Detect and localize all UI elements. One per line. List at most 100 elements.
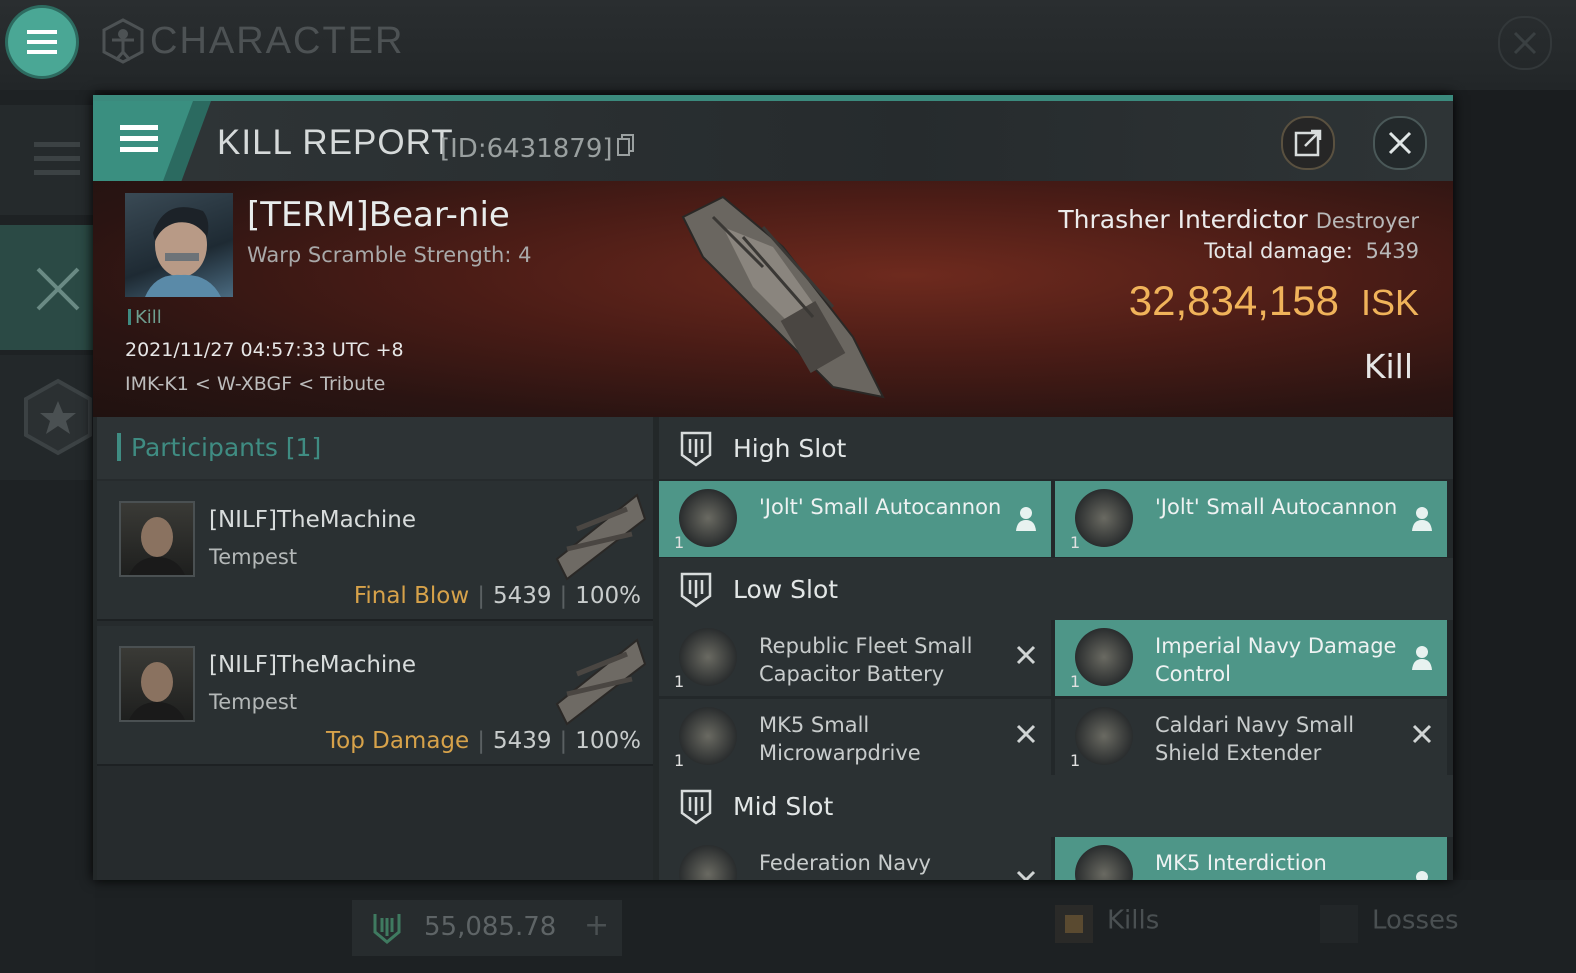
avatar [145,207,221,297]
person-icon [1416,871,1428,880]
person-icon [1412,507,1432,531]
participant-stats: Final Blow | 5439 | 100% [354,583,641,609]
ship-name: Thrasher Interdictor [1058,205,1308,234]
module-name: Caldari Navy Small Shield Extender [1155,713,1355,765]
participants-header: Participants [1] [97,417,653,479]
module-quantity: 1 [674,672,685,691]
high-slot-header[interactable]: High Slot [659,417,1453,479]
close-button[interactable] [1373,116,1427,170]
close-icon [1513,31,1537,55]
participant-avatar[interactable] [119,501,195,577]
victim-name[interactable]: [TERM]Bear-nie [247,195,510,235]
slot-icon [680,572,712,608]
high-slot-label: High Slot [733,434,847,463]
x-icon [1412,724,1432,744]
low-slot-header[interactable]: Low Slot [659,558,1453,620]
module-item[interactable]: 1 Republic Fleet Small Capacitor Battery [659,620,1051,696]
kill-tag-label: Kill [135,307,162,328]
participants-title: Participants [1] [117,433,321,462]
total-damage-value: 5439 [1365,239,1419,263]
low-slot-label: Low Slot [733,575,839,604]
losses-tab[interactable]: Losses [1320,905,1459,943]
module-name: Imperial Navy Damage Control [1155,634,1397,686]
module-quantity: 1 [1070,672,1081,691]
kill-report-id[interactable]: [ID:6431879] [440,133,635,164]
tempest-ship-image [555,638,647,726]
module-item[interactable]: 1 MK5 Small Microwarpdrive [659,699,1051,775]
x-icon [1016,870,1036,880]
kill-timestamp: 2021/11/27 04:57:33 UTC +8 [125,339,404,361]
kill-report-header: KILL REPORT [ID:6431879] [93,101,1453,181]
autocannon-icon [679,489,737,547]
victim-ship[interactable]: Thrasher Interdictor Destroyer [1058,205,1419,234]
participant-percent: 100% [575,583,641,609]
isk-unit: ISK [1360,282,1419,323]
hamburger-icon [120,125,158,152]
kill-id-text: [ID:6431879] [440,134,613,164]
module-name: MK5 Interdiction [1155,851,1327,875]
total-damage-row: Total damage: 5439 [1204,239,1419,263]
module-item[interactable]: MK5 Interdiction [1055,837,1447,880]
side-nav-favorites[interactable] [0,355,95,480]
kill-report-panel: KILL REPORT [ID:6431879] [TERM]Bear-nie … [93,95,1453,880]
external-link-icon [1294,129,1322,157]
module-name: 'Jolt' Small Autocannon [1155,495,1398,519]
victim-portrait[interactable] [125,193,233,297]
participant-ship: Tempest [209,690,298,714]
module-name: Republic Fleet Small Capacitor Battery [759,634,973,686]
kill-tag: Kill [128,307,162,328]
participant-row[interactable]: [NILF]TheMachine Tempest Top Damage | 5439… [97,626,653,766]
final-blow-label: Final Blow [353,583,470,609]
wallet-display[interactable]: 55,085.78 + [352,900,622,956]
module-quantity: 1 [674,751,685,770]
autocannon-icon [1075,489,1133,547]
x-icon [1016,645,1036,665]
participant-name: [NILF]TheMachine [209,652,417,678]
star-badge-icon [24,378,92,456]
thrasher-ship-image[interactable] [663,187,903,417]
module-item[interactable]: 1 Imperial Navy Damage Control [1055,620,1447,696]
side-nav-menu[interactable] [0,105,95,215]
interdiction-icon [1075,845,1133,880]
warp-scramble-strength: Warp Scramble Strength: 4 [247,243,532,267]
victim-summary: [TERM]Bear-nie Warp Scramble Strength: 4… [93,181,1453,417]
module-item[interactable]: 1 'Jolt' Small Autocannon [1055,481,1447,557]
losses-swatch [1320,905,1358,943]
main-menu-button[interactable] [8,8,76,76]
avatar [129,662,185,720]
person-icon [1412,646,1432,670]
microwarpdrive-icon [679,707,737,765]
module-item[interactable]: 1 'Jolt' Small Autocannon [659,481,1051,557]
capacitor-battery-icon [679,628,737,686]
close-icon [1388,131,1412,155]
isk-value-row: 32,834,158 ISK [1129,277,1419,325]
side-nav-killmails[interactable] [0,225,95,350]
stat-separator: | [477,583,485,609]
close-screen-button[interactable] [1498,16,1552,70]
module-name: 'Jolt' Small Autocannon [759,495,1002,519]
top-damage-label: Top Damage [326,728,470,754]
participants-title-text: Participants [1] [131,433,322,462]
module-name: MK5 Small Microwarpdrive [759,713,921,765]
total-damage-label: Total damage: [1204,239,1353,263]
shield-extender-icon [1075,707,1133,765]
share-button[interactable] [1281,116,1335,170]
participant-avatar[interactable] [119,646,195,722]
module-item[interactable]: Federation Navy [659,837,1051,880]
stat-separator: | [477,728,485,754]
stat-separator: | [559,728,568,754]
kill-location[interactable]: IMK-K1 < W-XBGF < Tribute [125,373,385,395]
fitting-slots: High Slot 1 'Jolt' Small Autocannon 1 'J… [659,417,1453,880]
copy-icon[interactable] [616,133,635,157]
ship-class: Destroyer [1315,209,1419,233]
kills-label: Kills [1107,905,1160,936]
isk-value: 32,834,158 [1128,277,1339,324]
wallet-add-button[interactable]: + [584,908,609,943]
module-item[interactable]: 1 Caldari Navy Small Shield Extender [1055,699,1447,775]
participant-stats: Top Damage | 5439 | 100% [326,728,641,754]
participant-damage: 5439 [492,728,552,754]
mid-slot-header[interactable]: Mid Slot [659,775,1453,837]
kills-tab[interactable]: Kills [1055,905,1159,943]
tempest-ship-image [555,493,647,581]
participant-row[interactable]: [NILF]TheMachine Tempest Final Blow | 5439… [97,481,653,621]
